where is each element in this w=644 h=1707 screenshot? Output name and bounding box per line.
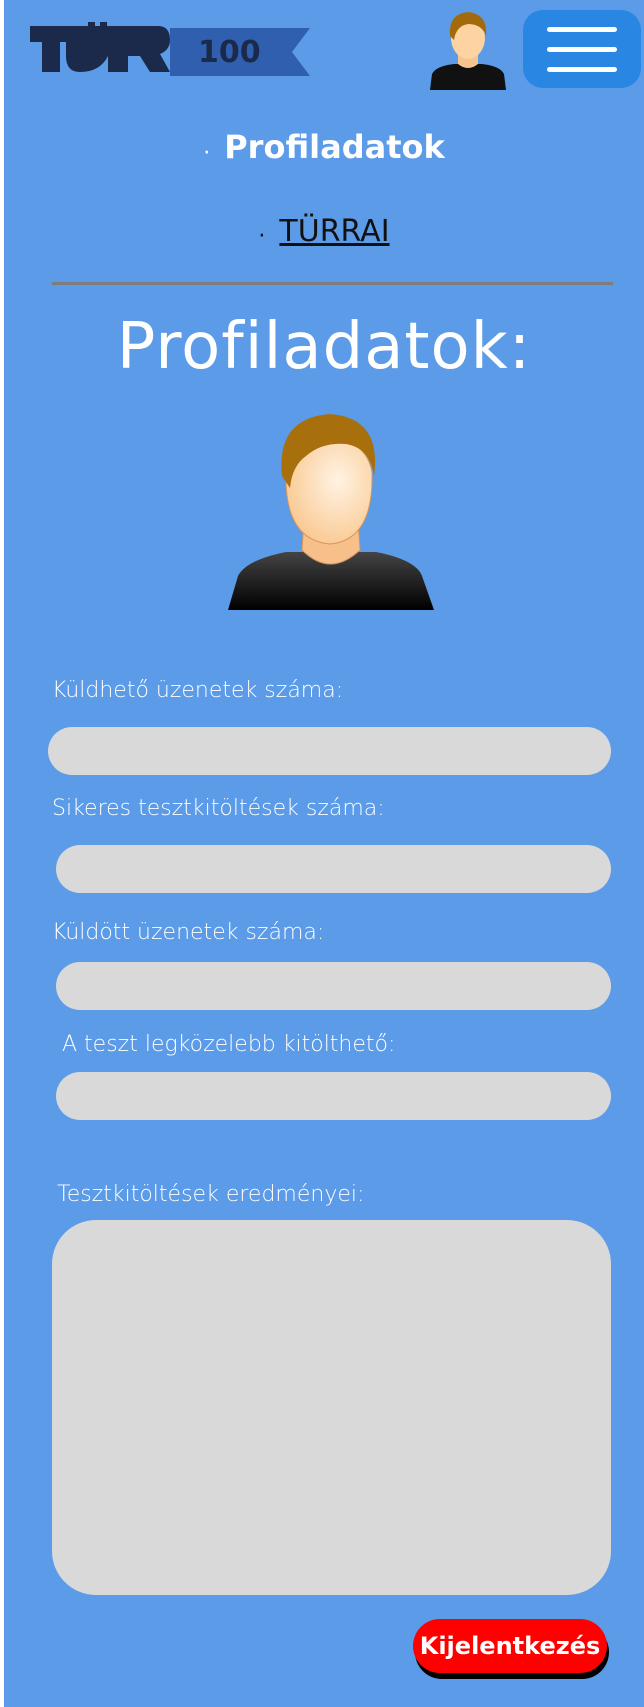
sent-messages-field[interactable] — [56, 962, 611, 1010]
nav-bullet: · — [203, 141, 211, 166]
divider — [52, 282, 613, 285]
user-avatar-icon[interactable] — [424, 8, 512, 92]
field-label: Küldhető üzenetek száma: — [52, 678, 344, 703]
hamburger-menu-button[interactable] — [523, 10, 641, 88]
nav-item-turrai[interactable]: · TÜRRAI — [4, 214, 644, 249]
sendable-messages-field[interactable] — [48, 727, 611, 775]
nav-item-label: Profiladatok — [224, 128, 445, 166]
nav-bullet: · — [258, 224, 266, 249]
page-title: Profiladatok: — [116, 310, 532, 384]
test-results-area[interactable] — [52, 1220, 611, 1595]
page: 100 · Profiladatok · TÜRRAI Profiladatok: — [4, 0, 644, 1707]
hamburger-menu-icon — [547, 27, 617, 32]
nav-item-label: TÜRRAI — [279, 214, 390, 249]
hamburger-bar — [547, 47, 617, 52]
logout-button[interactable]: Kijelentkezés — [413, 1619, 607, 1673]
hamburger-bar — [547, 67, 617, 72]
next-test-date-field[interactable] — [56, 1072, 611, 1120]
nav-item-profiladatok[interactable]: · Profiladatok — [4, 128, 644, 166]
successful-tests-field[interactable] — [56, 845, 611, 893]
results-label: Tesztkitöltések eredményei: — [57, 1182, 365, 1207]
field-label: Küldött üzenetek száma: — [52, 920, 325, 945]
turr-logo[interactable]: 100 — [30, 20, 310, 78]
profile-avatar-icon — [228, 414, 434, 610]
field-label: Sikeres tesztkitöltések száma: — [52, 796, 385, 821]
field-label: A teszt legközelebb kitölthető: — [62, 1032, 396, 1057]
svg-text:100: 100 — [198, 35, 261, 70]
